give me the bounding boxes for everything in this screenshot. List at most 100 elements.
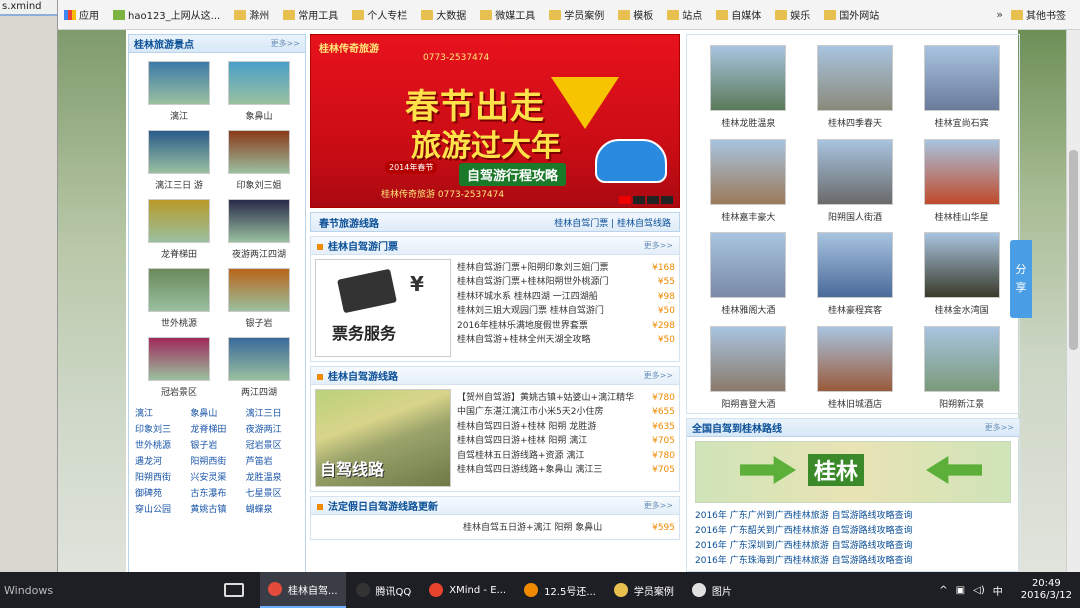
list-item[interactable]: 桂林自驾四日游+桂林 阳朔 龙胜游 ¥635 <box>457 420 675 434</box>
national-route-link[interactable]: 2016年 广东珠海到广西桂林旅游 自驾游路线攻略查询 <box>695 554 1011 569</box>
hotel-photo[interactable] <box>816 232 893 298</box>
scenic-spot-link[interactable]: 龙脊梯田 <box>190 422 245 435</box>
scenic-spot-item[interactable]: 漓江三日 游 <box>139 130 219 191</box>
banner-slide-dot[interactable] <box>661 196 673 204</box>
list-item[interactable]: 桂林自驾五日游+漓江 阳朔 象鼻山 ¥595 <box>463 521 675 535</box>
scenic-spot-photo[interactable] <box>148 61 210 105</box>
list-item[interactable]: 桂林自驾四日游+桂林 阳朔 漓江 ¥705 <box>457 434 675 448</box>
bookmark-item[interactable]: hao123_上网从这... <box>113 7 220 22</box>
list-item[interactable]: 桂林环城水系 桂林四湖 一江四湖船 ¥98 <box>457 290 675 304</box>
scenic-spot-item[interactable]: 印象刘三姐 <box>219 130 299 191</box>
scenic-spot-link[interactable]: 漓江 <box>135 406 190 419</box>
hotel-item[interactable]: 桂林金水湾国 <box>908 232 1015 320</box>
hotel-photo[interactable] <box>816 325 893 392</box>
taskbar-app[interactable]: 学员案例 <box>606 572 682 608</box>
bookmark-item[interactable]: 应用 <box>64 7 99 22</box>
taskbar-app[interactable]: 桂林自驾... <box>260 572 346 608</box>
hotel-item[interactable]: 桂林豪程宾客 <box>802 232 909 320</box>
bookmarks-overflow-button[interactable]: » <box>996 8 1003 21</box>
page-scrollbar[interactable] <box>1066 30 1080 572</box>
routes-more-link[interactable]: 更多>> <box>644 370 673 381</box>
scenic-spot-link[interactable]: 穿山公园 <box>135 502 190 515</box>
clock[interactable]: 20:49 2016/3/12 <box>1013 578 1072 602</box>
bookmark-item[interactable]: 微媒工具 <box>480 7 535 22</box>
scenic-spot-link[interactable]: 冠岩景区 <box>246 438 301 451</box>
list-item[interactable]: 桂林自驾四日游线路+象鼻山 漓江三 ¥705 <box>457 463 675 477</box>
hotel-item[interactable]: 桂林龙胜温泉 <box>695 45 802 133</box>
scenic-spot-photo[interactable] <box>148 130 210 174</box>
scenic-spot-photo[interactable] <box>228 199 290 243</box>
scenic-spot-photo[interactable] <box>148 199 210 243</box>
taskbar-app[interactable]: XMind - E... <box>421 572 514 608</box>
tickets-more-link[interactable]: 更多>> <box>644 240 673 251</box>
taskbar-app[interactable]: 腾讯QQ <box>348 572 420 608</box>
bookmark-item[interactable]: 个人专栏 <box>352 7 407 22</box>
ticket-service-image[interactable]: ¥ 票务服务 <box>315 259 451 357</box>
hotel-item[interactable]: 桂林雅阁大酒 <box>695 232 802 320</box>
scenic-spot-item[interactable]: 夜游两江四湖 <box>219 199 299 260</box>
spring-routes-links[interactable]: 桂林自驾门票 | 桂林自驾线路 <box>554 216 671 229</box>
hotel-item[interactable]: 阳朔国人街酒 <box>802 138 909 227</box>
scenic-spot-link[interactable]: 龙胜温泉 <box>246 470 301 483</box>
bookmark-item[interactable]: 学员案例 <box>549 7 604 22</box>
scenic-spot-link[interactable]: 象鼻山 <box>190 406 245 419</box>
route-map-image[interactable]: 桂林 <box>695 441 1011 503</box>
hotel-item[interactable]: 桂林嘉丰豪大 <box>695 138 802 227</box>
banner-slide-dot[interactable] <box>647 196 659 204</box>
national-route-link[interactable]: 2016年 广东韶关到广西桂林旅游 自驾游路线攻略查询 <box>695 524 1011 539</box>
hotel-photo[interactable] <box>923 138 1000 205</box>
scenic-spot-item[interactable]: 两江四湖 <box>219 337 299 398</box>
scenic-spot-link[interactable]: 阳朔西街 <box>190 454 245 467</box>
scenic-spot-photo[interactable] <box>228 61 290 105</box>
scenic-spot-item[interactable]: 漓江 <box>139 61 219 122</box>
hotel-photo[interactable] <box>710 325 787 392</box>
scenic-spot-photo[interactable] <box>148 268 210 312</box>
scenic-spot-link[interactable]: 七星景区 <box>246 486 301 499</box>
national-route-link[interactable]: 2016年 广东广州到广西桂林旅游 自驾游路线攻略查询 <box>695 509 1011 524</box>
hotel-photo[interactable] <box>816 138 893 205</box>
scenic-spot-item[interactable]: 世外桃源 <box>139 268 219 329</box>
scenic-spot-item[interactable]: 象鼻山 <box>219 61 299 122</box>
tray-network-icon[interactable]: ▣ <box>956 585 965 596</box>
scenic-spot-link[interactable]: 阳朔西街 <box>135 470 190 483</box>
list-item[interactable]: 桂林刘三姐大观园门票 桂林自驾游门 ¥50 <box>457 304 675 318</box>
holiday-more-link[interactable]: 更多>> <box>644 500 673 511</box>
ime-indicator[interactable]: 中 <box>993 583 1003 598</box>
share-button[interactable]: 分 享 <box>1010 240 1032 318</box>
scenic-spot-item[interactable]: 银子岩 <box>219 268 299 329</box>
scrollbar-thumb[interactable] <box>1069 150 1078 350</box>
scenic-spot-link[interactable]: 芦笛岩 <box>246 454 301 467</box>
hotel-photo[interactable] <box>923 45 1000 111</box>
hotel-item[interactable]: 桂林旧城酒店 <box>802 325 909 414</box>
road-trip-image[interactable]: 自驾线路 <box>315 389 451 487</box>
promo-banner[interactable]: 桂林传奇旅游 0773-2537474 春节出走 旅游过大年 2014年春节 自… <box>310 34 680 208</box>
bookmark-item[interactable]: 常用工具 <box>283 7 338 22</box>
taskbar-app[interactable]: 12.5号还... <box>516 572 604 608</box>
hotel-photo[interactable] <box>923 325 1000 392</box>
scenic-spot-item[interactable]: 龙脊梯田 <box>139 199 219 260</box>
scenic-spot-link[interactable]: 世外桃源 <box>135 438 190 451</box>
scenic-spot-link[interactable]: 兴安灵渠 <box>190 470 245 483</box>
scenic-spot-link[interactable]: 蝴蝶泉 <box>246 502 301 515</box>
bookmark-item[interactable]: 自媒体 <box>716 7 761 22</box>
hotel-photo[interactable] <box>816 45 893 111</box>
list-item[interactable]: 桂林自驾游门票+桂林阳朔世外桃源门 ¥55 <box>457 275 675 289</box>
taskbar-app[interactable]: 图片 <box>684 572 740 608</box>
scenic-spot-link[interactable]: 印象刘三 <box>135 422 190 435</box>
hotel-item[interactable]: 阳朔新江景 <box>908 325 1015 414</box>
banner-slide-dot[interactable] <box>619 196 631 204</box>
bookmark-item[interactable]: 娱乐 <box>775 7 810 22</box>
scenic-spot-photo[interactable] <box>148 337 210 381</box>
scenic-spot-item[interactable]: 冠岩景区 <box>139 337 219 398</box>
bookmark-item[interactable]: 滁州 <box>234 7 269 22</box>
list-item[interactable]: 2016年桂林乐满地度假世界套票 ¥298 <box>457 319 675 333</box>
scenic-spot-link[interactable]: 古东瀑布 <box>190 486 245 499</box>
hotel-photo[interactable] <box>923 232 1000 298</box>
list-item[interactable]: 自驾桂林五日游线路+资源 漓江 ¥780 <box>457 449 675 463</box>
bookmark-item[interactable]: 国外网站 <box>824 7 879 22</box>
scenic-spots-more-link[interactable]: 更多>> <box>271 38 300 49</box>
hotel-item[interactable]: 阳朔喜登大酒 <box>695 325 802 414</box>
bookmark-item[interactable]: 大数据 <box>421 7 466 22</box>
list-item[interactable]: 【贺州自驾游】黄姚古镇+姑婆山+漓江精华 ¥780 <box>457 391 675 405</box>
scenic-spot-photo[interactable] <box>228 130 290 174</box>
